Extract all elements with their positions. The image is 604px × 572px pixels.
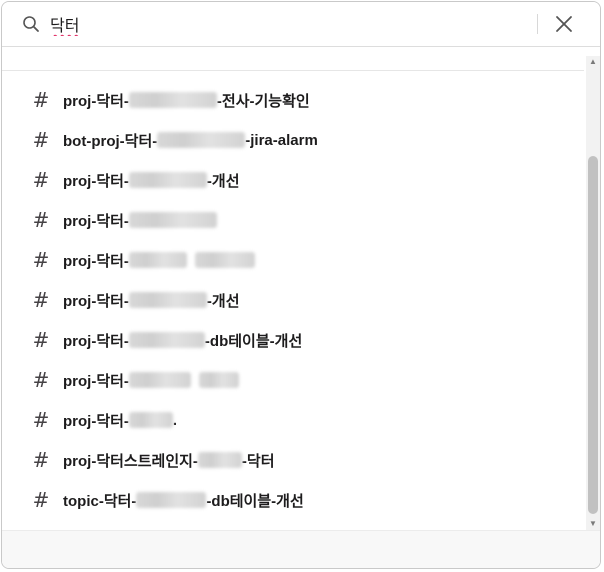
channel-hash-icon: # bbox=[32, 288, 50, 312]
channel-result-item[interactable]: # proj-닥터- -전사-기능확인 bbox=[2, 80, 584, 120]
channel-result-item[interactable]: # topic-닥터- -db테이블-개선 bbox=[2, 480, 584, 520]
channel-result-item[interactable]: # proj-닥터-. bbox=[2, 400, 584, 440]
channel-name-prefix: topic-닥터- bbox=[63, 492, 137, 510]
channel-hash-icon: # bbox=[32, 128, 50, 152]
channel-result-item[interactable]: # proj-닥터- bbox=[2, 240, 584, 280]
channel-name: proj-닥터- -개선 bbox=[63, 170, 240, 191]
channel-name-prefix: proj-닥터- bbox=[63, 372, 129, 390]
channel-name: proj-닥터- -db테이블-개선 bbox=[63, 330, 302, 351]
channel-name-prefix: proj-닥터- bbox=[63, 332, 129, 350]
channel-hash-icon: # bbox=[32, 448, 50, 472]
channel-hash-icon: # bbox=[32, 328, 50, 352]
channel-name-prefix: proj-닥터- bbox=[63, 92, 129, 110]
channel-name-suffix: -전사-기능확인 bbox=[216, 92, 310, 110]
redacted-text bbox=[198, 372, 239, 388]
scrollbar[interactable]: ▲ ▼ bbox=[586, 56, 600, 530]
channel-hash-icon: # bbox=[32, 248, 50, 272]
channel-results-list: # proj-닥터- -전사-기능확인 # bot-proj-닥터- -jira-alar… bbox=[2, 70, 584, 531]
channel-name-suffix: -db테이블-개선 bbox=[204, 332, 303, 350]
channel-name-suffix: -jira-alarm bbox=[245, 131, 318, 149]
scroll-thumb[interactable] bbox=[588, 156, 598, 514]
search-input[interactable] bbox=[50, 11, 490, 37]
channel-name: proj-닥터- -전사-기능확인 bbox=[63, 90, 310, 111]
channel-hash-icon: # bbox=[32, 88, 50, 112]
channel-name-suffix: -db테이블-개선 bbox=[206, 492, 304, 510]
redacted-text bbox=[194, 252, 255, 268]
channel-name: proj-닥터-. bbox=[63, 410, 177, 431]
channel-name-prefix: proj-닥터- bbox=[63, 252, 129, 270]
dialog-footer bbox=[2, 530, 600, 568]
redacted-text bbox=[128, 332, 205, 348]
redacted-text bbox=[128, 92, 217, 108]
scroll-down-arrow-icon[interactable]: ▼ bbox=[586, 518, 600, 530]
redacted-text bbox=[128, 212, 217, 228]
channel-search-dialog: # proj-닥터- -전사-기능확인 # bot-proj-닥터- -jira-alar… bbox=[1, 1, 601, 569]
channel-name: proj-닥터- bbox=[63, 250, 255, 271]
channel-name: proj-닥터- bbox=[63, 210, 217, 231]
close-icon[interactable] bbox=[552, 12, 576, 36]
channel-result-item[interactable]: # proj-닥터- -개선 bbox=[2, 280, 584, 320]
channel-name-prefix: bot-proj-닥터- bbox=[63, 132, 158, 150]
channel-name: bot-proj-닥터- -jira-alarm bbox=[63, 130, 318, 151]
scroll-up-arrow-icon[interactable]: ▲ bbox=[586, 56, 600, 68]
redacted-text bbox=[197, 452, 242, 468]
redacted-text bbox=[128, 412, 173, 428]
channel-result-item[interactable]: # proj-닥터- bbox=[2, 360, 584, 400]
channel-name: topic-닥터- -db테이블-개선 bbox=[63, 490, 304, 511]
channel-name-prefix: proj-닥터- bbox=[63, 412, 129, 430]
channel-name: proj-닥터스트레인지- -닥터 bbox=[63, 450, 275, 471]
channel-result-item[interactable]: # proj-닥터- -개선 bbox=[2, 160, 584, 200]
channel-name-suffix: -개선 bbox=[206, 172, 240, 190]
redacted-text bbox=[136, 492, 207, 508]
redacted-text bbox=[128, 172, 207, 188]
redacted-text bbox=[157, 132, 246, 148]
search-divider bbox=[537, 14, 538, 34]
channel-name-prefix: proj-닥터- bbox=[63, 212, 129, 230]
redacted-text bbox=[128, 372, 191, 388]
channel-name-suffix: -닥터 bbox=[241, 452, 275, 470]
channel-name: proj-닥터- -개선 bbox=[63, 290, 240, 311]
channel-name-prefix: proj-닥터스트레인지- bbox=[63, 452, 198, 470]
channel-hash-icon: # bbox=[32, 408, 50, 432]
channel-name-prefix: proj-닥터- bbox=[63, 172, 129, 190]
channel-result-item[interactable]: # proj-닥터스트레인지- -닥터 bbox=[2, 440, 584, 480]
channel-result-item[interactable]: # bot-proj-닥터- -jira-alarm bbox=[2, 120, 584, 160]
search-bar bbox=[2, 2, 600, 47]
search-icon bbox=[23, 16, 39, 32]
channel-hash-icon: # bbox=[32, 488, 50, 512]
channel-name: proj-닥터- bbox=[63, 370, 239, 391]
channel-name-suffix: -개선 bbox=[206, 292, 240, 310]
channel-result-item[interactable]: # proj-닥터- bbox=[2, 200, 584, 240]
redacted-text bbox=[128, 252, 187, 268]
channel-hash-icon: # bbox=[32, 168, 50, 192]
channel-name-suffix: . bbox=[172, 411, 178, 429]
channel-result-item[interactable]: # proj-닥터- -db테이블-개선 bbox=[2, 320, 584, 360]
channel-name-prefix: proj-닥터- bbox=[63, 292, 129, 310]
redacted-text bbox=[128, 292, 207, 308]
channel-hash-icon: # bbox=[32, 368, 50, 392]
channel-hash-icon: # bbox=[32, 208, 50, 232]
